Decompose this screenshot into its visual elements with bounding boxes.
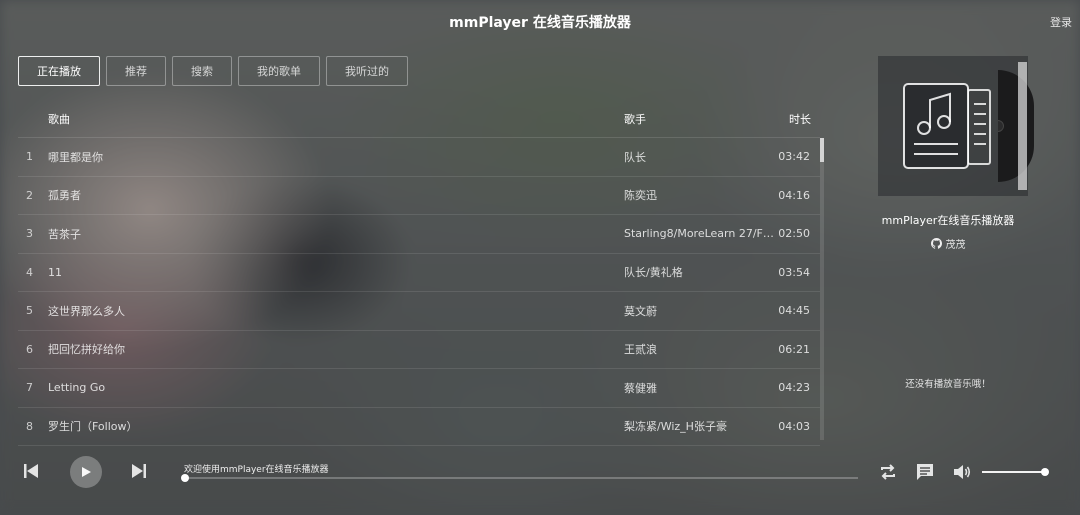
top-bar: mmPlayer 在线音乐播放器 登录 [0,0,1080,44]
tab-history[interactable]: 我听过的 [326,56,408,86]
song-singer: Starling8/MoreLearn 27/FIVE... [624,227,774,241]
skip-next-icon [132,464,146,478]
header-singer: 歌手 [624,112,646,126]
side-title: mmPlayer在线音乐播放器 [881,214,1015,227]
song-num: 4 [26,265,33,279]
player-bar: 欢迎使用mmPlayer在线音乐播放器 [0,448,1080,498]
song-duration: 04:03 [778,419,810,433]
play-button[interactable] [70,456,102,488]
tab-now-playing[interactable]: 正在播放 [18,56,100,86]
vinyl-center [998,120,1004,132]
song-row[interactable]: 1 哪里都是你 队长 03:42 [18,138,820,177]
album-cover [878,56,1034,196]
song-num: 5 [26,304,33,318]
song-num: 8 [26,419,33,433]
author-name: 茂茂 [945,240,966,251]
prev-button[interactable] [22,462,42,482]
tab-my-playlists[interactable]: 我的歌单 [238,56,320,86]
app-title: mmPlayer 在线音乐播放器 [449,15,631,31]
song-num: 6 [26,342,33,356]
comment-button[interactable] [915,462,937,482]
scrollbar-thumb[interactable] [820,138,824,162]
song-singer: 梨冻紧/Wiz_H张子豪 [624,420,727,434]
song-list-header: 歌曲 歌手 时长 [18,100,820,138]
song-name: 11 [48,265,62,279]
repeat-icon [881,464,895,480]
song-duration: 03:42 [778,150,810,164]
song-num: 2 [26,188,33,202]
song-duration: 06:21 [778,342,810,356]
song-singer: 队长 [624,150,646,164]
progress-handle[interactable] [181,474,189,482]
volume-button[interactable] [952,462,974,482]
comment-icon [917,464,933,480]
loop-button[interactable] [878,462,900,482]
song-name: 孤勇者 [48,189,81,203]
now-playing-text: 欢迎使用mmPlayer在线音乐播放器 [184,465,329,475]
next-button[interactable] [130,462,150,482]
song-singer: 蔡健雅 [624,381,657,395]
tab-bar: 正在播放 推荐 搜索 我的歌单 我听过的 [18,56,408,86]
song-row[interactable]: 5 这世界那么多人 莫文蔚 04:45 [18,292,820,331]
volume-slider[interactable] [982,468,1049,476]
song-name: Letting Go [48,381,106,395]
song-name: 苦茶子 [48,227,81,241]
song-name: 罗生门（Follow） [48,420,138,434]
song-name: 把回忆拼好给你 [48,343,125,357]
volume-fill [982,471,1045,473]
song-list: 歌曲 歌手 时长 1 哪里都是你 队长 03:42 2 孤勇者 陈奕迅 04:1… [18,100,820,446]
song-row[interactable]: 3 苦茶子 Starling8/MoreLearn 27/FIVE... 02:… [18,215,820,254]
song-num: 7 [26,381,33,395]
no-lyric-text: 还没有播放音乐哦！ [905,379,991,390]
tab-search[interactable]: 搜索 [172,56,232,86]
song-name: 哪里都是你 [48,150,103,164]
side-panel: mmPlayer在线音乐播放器 茂茂 [878,56,1058,251]
song-name: 这世界那么多人 [48,304,125,318]
song-duration: 02:50 [778,227,810,241]
author-link[interactable]: 茂茂 [878,236,1018,251]
song-list-scrollbar[interactable] [820,138,824,440]
song-row[interactable]: 8 罗生门（Follow） 梨冻紧/Wiz_H张子豪 04:03 [18,408,820,446]
tab-recommend[interactable]: 推荐 [106,56,166,86]
song-duration: 04:23 [778,381,810,395]
song-singer: 队长/黄礼格 [624,266,683,280]
song-row[interactable]: 7 Letting Go 蔡健雅 04:23 [18,369,820,408]
vinyl-record [998,70,1034,182]
music-file-icon [903,83,991,169]
song-duration: 03:54 [778,265,810,279]
skip-previous-icon [24,464,38,478]
song-singer: 陈奕迅 [624,189,657,203]
song-singer: 莫文蔚 [624,304,657,318]
song-row[interactable]: 2 孤勇者 陈奕迅 04:16 [18,177,820,215]
github-icon [930,238,942,249]
song-row[interactable]: 6 把回忆拼好给你 王贰浪 06:21 [18,331,820,369]
login-link[interactable]: 登录 [1050,14,1072,30]
play-icon [82,467,91,477]
progress-bar[interactable] [181,474,858,482]
song-singer: 王贰浪 [624,343,657,357]
header-duration: 时长 [789,112,811,126]
volume-handle[interactable] [1040,468,1049,476]
song-row[interactable]: 4 11 队长/黄礼格 03:54 [18,254,820,292]
song-num: 3 [26,227,33,241]
vinyl-edge [1018,62,1027,190]
header-song: 歌曲 [48,112,70,126]
song-duration: 04:45 [778,304,810,318]
volume-icon [954,465,971,479]
song-num: 1 [26,150,33,164]
song-duration: 04:16 [778,188,810,202]
